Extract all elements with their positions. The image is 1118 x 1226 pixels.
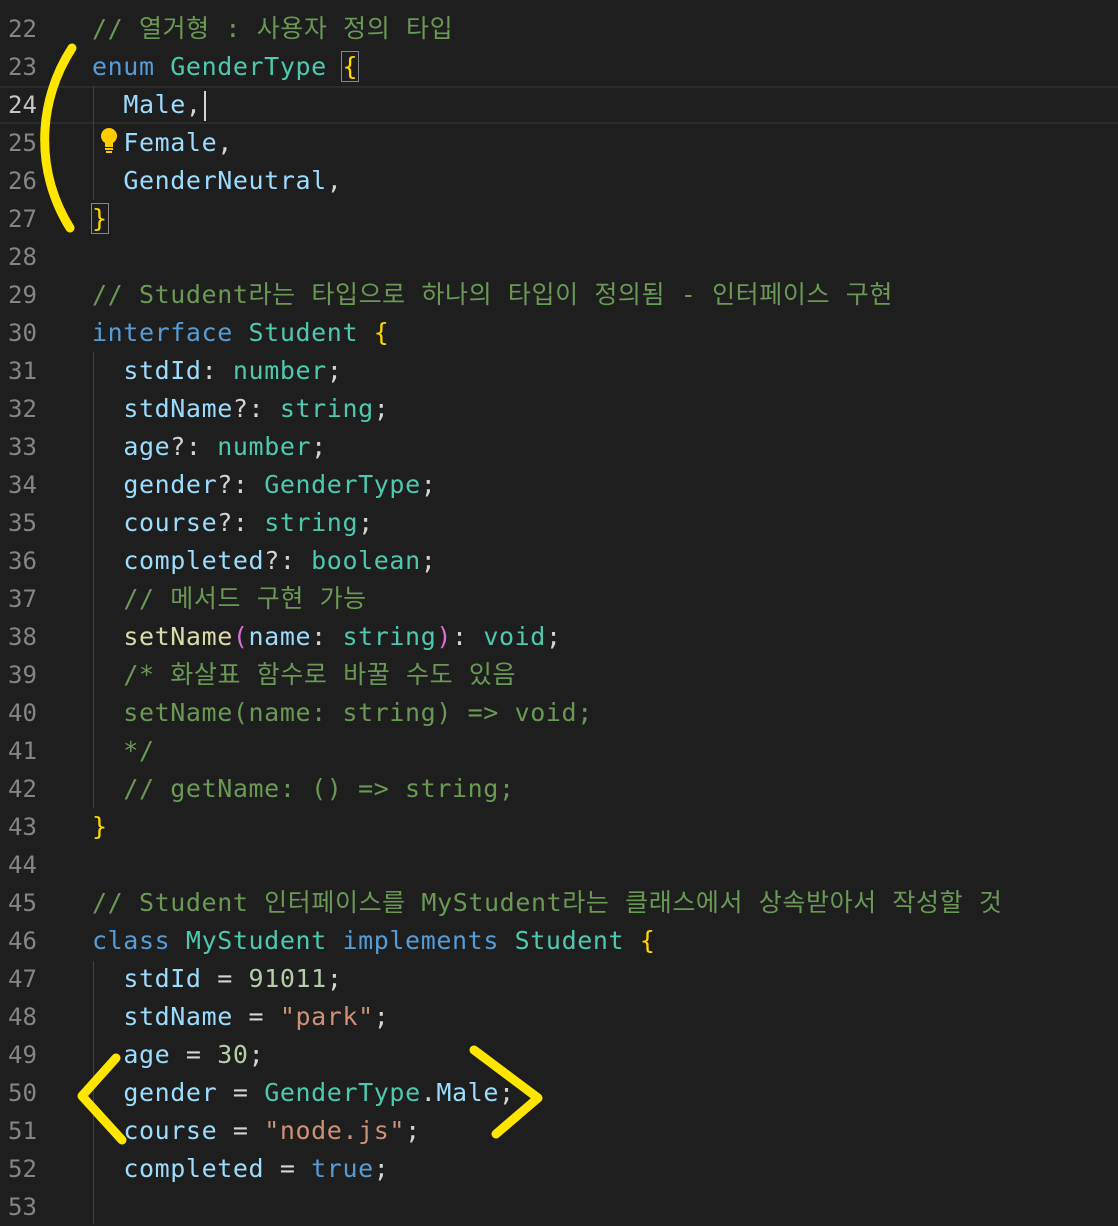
annotation-chevron-right (469, 1045, 543, 1139)
annotation-chevron-left (77, 1053, 127, 1145)
annotation-bracket-left-paren (40, 43, 77, 233)
handwritten-annotation-layer (40, 43, 543, 1145)
code-editor[interactable]: 22// 열거형 : 사용자 정의 타입 23 enum GenderType {2… (0, 0, 1118, 1224)
